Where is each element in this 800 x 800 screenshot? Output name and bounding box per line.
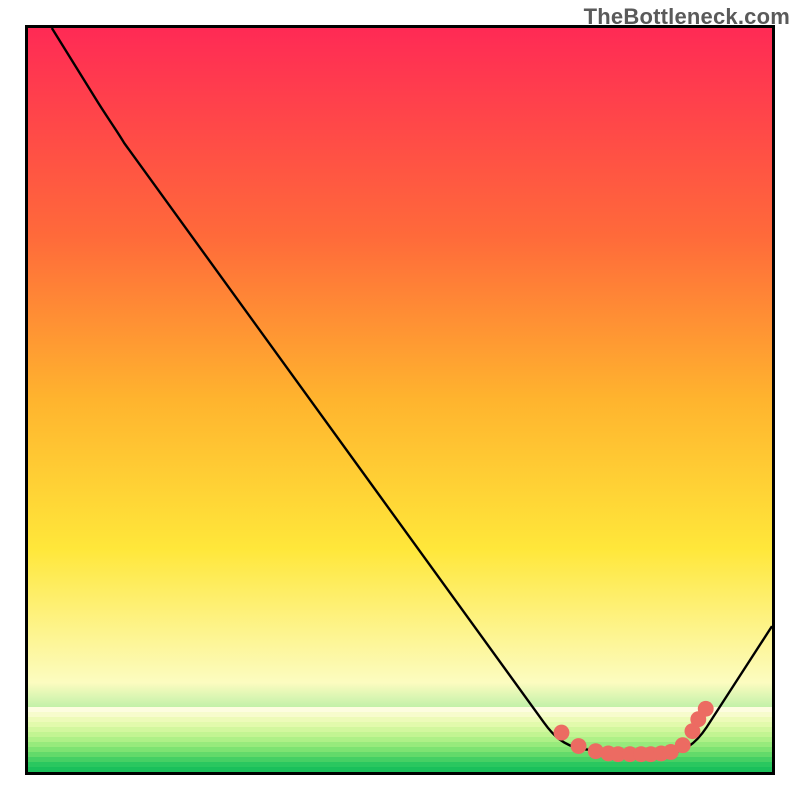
highlight-dot	[675, 737, 691, 753]
highlight-dot	[571, 738, 587, 754]
plot-area	[25, 25, 775, 775]
highlight-dots-layer	[28, 28, 772, 772]
highlight-dot	[554, 725, 570, 741]
highlight-dot	[698, 701, 714, 717]
chart-frame: TheBottleneck.com	[0, 0, 800, 800]
watermark-text: TheBottleneck.com	[584, 4, 790, 30]
